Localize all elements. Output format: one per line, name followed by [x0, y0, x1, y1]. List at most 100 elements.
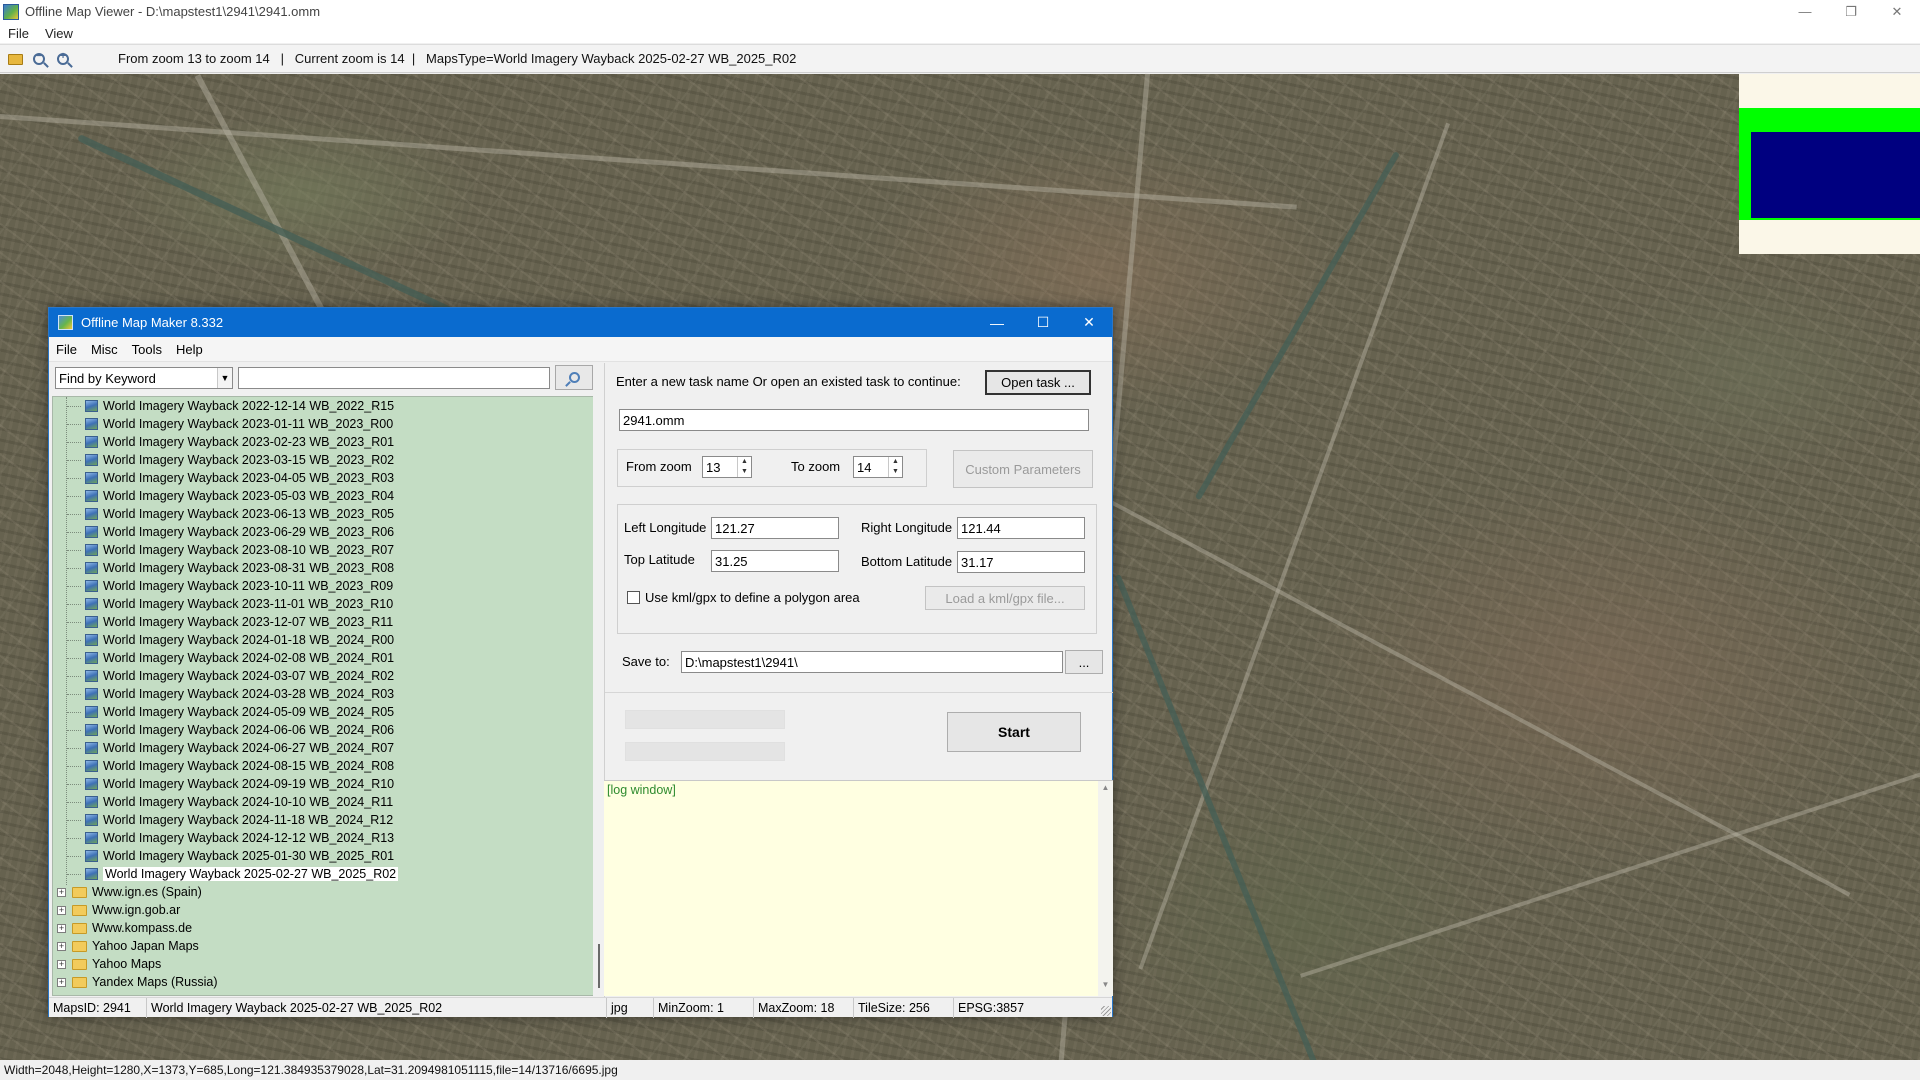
bottom-latitude-field[interactable]: 31.17 — [957, 551, 1085, 573]
dialog-window-controls: — ☐ ✕ — [974, 308, 1112, 337]
tree-item-map-source[interactable]: World Imagery Wayback 2024-06-27 WB_2024… — [67, 739, 394, 757]
scroll-up-icon[interactable]: ▲ — [1098, 783, 1113, 797]
restore-button[interactable]: ❐ — [1828, 0, 1874, 23]
dialog-minimize-button[interactable]: — — [974, 308, 1020, 337]
log-scrollbar[interactable]: ▲ ▼ — [1098, 781, 1113, 996]
spin-up-icon[interactable]: ▲ — [738, 457, 751, 467]
tree-folder[interactable]: + Www.ign.es (Spain) — [57, 883, 202, 901]
dialog-titlebar[interactable]: Offline Map Maker 8.332 — ☐ ✕ — [49, 308, 1112, 337]
tree-item-map-source[interactable]: World Imagery Wayback 2024-02-08 WB_2024… — [67, 649, 394, 667]
top-latitude-field[interactable]: 31.25 — [711, 550, 839, 572]
left-longitude-field[interactable]: 121.27 — [711, 517, 839, 539]
expand-icon[interactable]: + — [57, 923, 66, 933]
map-source-tree[interactable]: World Imagery Wayback 2022-12-14 WB_2022… — [52, 396, 595, 996]
tree-item-label: World Imagery Wayback 2023-08-31 WB_2023… — [103, 561, 395, 575]
tree-item-map-source[interactable]: World Imagery Wayback 2023-01-11 WB_2023… — [67, 415, 393, 433]
tree-item-label: World Imagery Wayback 2024-12-12 WB_2024… — [103, 831, 395, 845]
right-longitude-field[interactable]: 121.44 — [957, 517, 1085, 539]
zoom-out-icon[interactable]: − — [30, 50, 48, 68]
tree-item-map-source[interactable]: World Imagery Wayback 2023-05-03 WB_2023… — [67, 487, 394, 505]
log-window[interactable]: [log window] ▲ ▼ — [604, 780, 1113, 996]
spin-down-icon[interactable]: ▼ — [889, 467, 902, 477]
dialog-title: Offline Map Maker 8.332 — [81, 315, 224, 330]
open-task-button[interactable]: Open task ... — [985, 370, 1091, 395]
dialog-maximize-button[interactable]: ☐ — [1020, 308, 1066, 337]
zoom-status-text: From zoom 13 to zoom 14 | Current zoom i… — [118, 51, 797, 66]
tree-item-map-source[interactable]: World Imagery Wayback 2023-11-01 WB_2023… — [67, 595, 393, 613]
tree-connector — [67, 819, 81, 821]
tree-scrollbar-thumb[interactable] — [598, 944, 600, 988]
tree-item-map-source[interactable]: World Imagery Wayback 2023-08-10 WB_2023… — [67, 541, 394, 559]
dialog-menu-help[interactable]: Help — [176, 342, 203, 357]
expand-icon[interactable]: + — [57, 941, 66, 951]
tree-folder[interactable]: + Yahoo Japan Maps — [57, 937, 199, 955]
menu-file[interactable]: File — [8, 26, 29, 41]
to-zoom-spinner[interactable]: 14 ▲ ▼ — [853, 456, 903, 478]
map-road — [1300, 757, 1920, 978]
dialog-menu-misc[interactable]: Misc — [91, 342, 118, 357]
spin-down-icon[interactable]: ▼ — [738, 467, 751, 477]
custom-parameters-button[interactable]: Custom Parameters — [953, 450, 1093, 488]
keyword-search-input[interactable] — [238, 367, 550, 389]
tree-item-map-source[interactable]: World Imagery Wayback 2023-02-23 WB_2023… — [67, 433, 394, 451]
tree-folder[interactable]: + Yahoo Maps — [57, 955, 161, 973]
dialog-menu-tools[interactable]: Tools — [132, 342, 162, 357]
start-button[interactable]: Start — [947, 712, 1081, 752]
task-name-field[interactable]: 2941.omm — [619, 409, 1089, 431]
viewer-menubar: File View — [0, 23, 1920, 43]
tree-item-map-source[interactable]: World Imagery Wayback 2024-03-07 WB_2024… — [67, 667, 394, 685]
map-layer-icon — [85, 850, 98, 862]
dialog-close-button[interactable]: ✕ — [1066, 308, 1112, 337]
tree-item-map-source[interactable]: World Imagery Wayback 2024-09-19 WB_2024… — [67, 775, 394, 793]
tree-item-map-source[interactable]: World Imagery Wayback 2023-08-31 WB_2023… — [67, 559, 395, 577]
tree-item-map-source[interactable]: World Imagery Wayback 2022-12-14 WB_2022… — [67, 397, 394, 415]
minimap-viewport[interactable] — [1751, 132, 1920, 218]
tree-item-label: World Imagery Wayback 2023-03-15 WB_2023… — [103, 453, 395, 467]
dialog-menu-file[interactable]: File — [56, 342, 77, 357]
load-kml-button[interactable]: Load a kml/gpx file... — [925, 586, 1085, 610]
resize-grip[interactable] — [1101, 1006, 1111, 1016]
tree-item-map-source[interactable]: World Imagery Wayback 2024-12-12 WB_2024… — [67, 829, 395, 847]
polygon-area-checkbox[interactable] — [627, 591, 640, 604]
tree-item-map-source[interactable]: World Imagery Wayback 2023-06-13 WB_2023… — [67, 505, 394, 523]
search-button[interactable] — [555, 365, 593, 390]
tree-item-map-source[interactable]: World Imagery Wayback 2023-03-15 WB_2023… — [67, 451, 395, 469]
spin-up-icon[interactable]: ▲ — [889, 457, 902, 467]
expand-icon[interactable]: + — [57, 887, 66, 897]
save-path-field[interactable]: D:\mapstest1\2941\ — [681, 651, 1063, 673]
folder-icon — [72, 922, 87, 934]
tree-item-map-source[interactable]: World Imagery Wayback 2024-06-06 WB_2024… — [67, 721, 394, 739]
zoom-in-icon[interactable]: + — [54, 50, 72, 68]
expand-icon[interactable]: + — [57, 959, 66, 969]
tree-item-map-source[interactable]: World Imagery Wayback 2023-04-05 WB_2023… — [67, 469, 394, 487]
open-folder-icon[interactable] — [6, 50, 24, 68]
tree-item-map-source[interactable]: World Imagery Wayback 2024-11-18 WB_2024… — [67, 811, 393, 829]
status-epsg: EPSG:3857 — [958, 1000, 1025, 1015]
tree-item-map-source[interactable]: World Imagery Wayback 2025-01-30 WB_2025… — [67, 847, 394, 865]
map-layer-icon — [85, 508, 98, 520]
minimap[interactable] — [1739, 74, 1920, 254]
expand-icon[interactable]: + — [57, 977, 66, 987]
tree-item-map-source[interactable]: World Imagery Wayback 2024-08-15 WB_2024… — [67, 757, 394, 775]
tree-item-map-source[interactable]: World Imagery Wayback 2024-01-18 WB_2024… — [67, 631, 394, 649]
tree-item-map-source[interactable]: World Imagery Wayback 2024-05-09 WB_2024… — [67, 703, 394, 721]
expand-icon[interactable]: + — [57, 905, 66, 915]
from-zoom-spinner[interactable]: 13 ▲ ▼ — [702, 456, 752, 478]
tree-item-map-source[interactable]: World Imagery Wayback 2024-03-28 WB_2024… — [67, 685, 394, 703]
tree-item-map-source[interactable]: World Imagery Wayback 2024-10-10 WB_2024… — [67, 793, 393, 811]
tree-folder[interactable]: + Yandex Maps (Russia) — [57, 973, 218, 991]
find-mode-select[interactable]: Find by Keyword ▼ — [55, 367, 233, 389]
tree-item-label: World Imagery Wayback 2025-02-27 WB_2025… — [103, 867, 399, 881]
tree-item-map-source[interactable]: World Imagery Wayback 2023-06-29 WB_2023… — [67, 523, 394, 541]
tree-folder[interactable]: + Www.kompass.de — [57, 919, 192, 937]
menu-view[interactable]: View — [45, 26, 73, 41]
close-button[interactable]: ✕ — [1874, 0, 1920, 23]
tree-item-map-source[interactable]: World Imagery Wayback 2023-10-11 WB_2023… — [67, 577, 393, 595]
tree-item-map-source[interactable]: World Imagery Wayback 2023-12-07 WB_2023… — [67, 613, 393, 631]
tree-connector — [67, 603, 81, 605]
tree-folder[interactable]: + Www.ign.gob.ar — [57, 901, 180, 919]
tree-item-map-source[interactable]: World Imagery Wayback 2025-02-27 WB_2025… — [67, 865, 399, 883]
minimize-button[interactable]: — — [1782, 0, 1828, 23]
scroll-down-icon[interactable]: ▼ — [1098, 980, 1113, 994]
browse-folder-button[interactable]: ... — [1065, 650, 1103, 674]
